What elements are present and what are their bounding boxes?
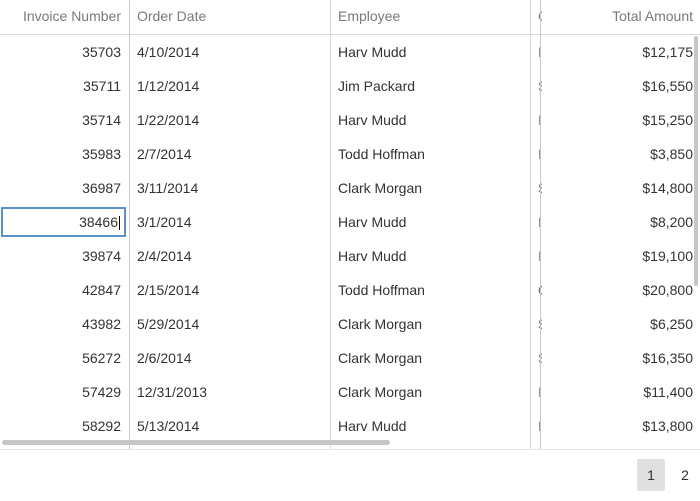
column-divider [540, 0, 541, 449]
order-date-cell[interactable]: 5/29/2014 [137, 307, 327, 341]
table-row[interactable]: 439825/29/2014Clark MorganS$6,250 [0, 307, 700, 341]
column-divider [530, 0, 531, 449]
pagination: 1 2 [0, 449, 700, 501]
total-amount-cell[interactable]: $13,800 [542, 409, 693, 443]
invoice-number-cell[interactable]: 35983 [0, 137, 121, 171]
table-row[interactable]: 357034/10/2014Harv MuddI$12,175 [0, 35, 700, 69]
total-amount-cell[interactable]: $14,800 [542, 171, 693, 205]
grid-body: 357034/10/2014Harv MuddI$12,175357111/12… [0, 35, 700, 443]
order-date-cell[interactable]: 3/1/2014 [137, 205, 327, 239]
total-amount-cell[interactable]: $16,350 [542, 341, 693, 375]
invoice-number-cell[interactable]: 35711 [0, 69, 121, 103]
order-date-cell[interactable]: 2/15/2014 [137, 273, 327, 307]
employee-cell[interactable]: Todd Hoffman [338, 273, 528, 307]
order-date-cell[interactable]: 4/10/2014 [137, 35, 327, 69]
order-date-cell[interactable]: 1/12/2014 [137, 69, 327, 103]
column-divider [330, 0, 331, 449]
table-row[interactable]: 398742/4/2014Harv MuddI$19,100 [0, 239, 700, 273]
employee-cell[interactable]: Todd Hoffman [338, 137, 528, 171]
total-amount-cell[interactable]: $20,800 [542, 273, 693, 307]
total-amount-cell[interactable]: $12,175 [542, 35, 693, 69]
invoice-number-cell[interactable]: 39874 [0, 239, 121, 273]
invoice-number-cell[interactable]: 35703 [0, 35, 121, 69]
order-date-cell[interactable]: 2/4/2014 [137, 239, 327, 273]
vertical-scrollbar[interactable] [694, 36, 698, 286]
column-divider [129, 0, 130, 449]
employee-cell[interactable]: Clark Morgan [338, 341, 528, 375]
invoice-number-cell[interactable]: 42847 [0, 273, 121, 307]
invoice-number-cell[interactable]: 35714 [0, 103, 121, 137]
column-header-total-amount[interactable]: Total Amount [542, 0, 693, 34]
employee-cell[interactable]: Harv Mudd [338, 239, 528, 273]
table-row[interactable]: 384663/1/2014Harv MuddI$8,200 [0, 205, 700, 239]
invoice-number-cell[interactable]: 36987 [0, 171, 121, 205]
employee-cell[interactable]: Clark Morgan [338, 171, 528, 205]
column-header-order-date[interactable]: Order Date [137, 0, 327, 34]
invoice-number-cell[interactable]: 43982 [0, 307, 121, 341]
table-row[interactable]: 5742912/31/2013Clark MorganI$11,400 [0, 375, 700, 409]
employee-cell[interactable]: Harv Mudd [338, 103, 528, 137]
order-date-cell[interactable]: 12/31/2013 [137, 375, 327, 409]
order-date-cell[interactable]: 1/22/2014 [137, 103, 327, 137]
employee-cell[interactable]: Jim Packard [338, 69, 528, 103]
total-amount-cell[interactable]: $11,400 [542, 375, 693, 409]
total-amount-cell[interactable]: $6,250 [542, 307, 693, 341]
grid-header: Invoice Number Order Date Employee C Tot… [0, 0, 700, 35]
data-grid: Invoice Number Order Date Employee C Tot… [0, 0, 700, 449]
employee-cell[interactable]: Harv Mudd [338, 409, 528, 443]
page-button-2[interactable]: 2 [671, 459, 699, 491]
cell-edit-selection[interactable] [1, 207, 126, 237]
total-amount-cell[interactable]: $19,100 [542, 239, 693, 273]
table-row[interactable]: 428472/15/2014Todd HoffmanC$20,800 [0, 273, 700, 307]
column-header-invoice-number[interactable]: Invoice Number [0, 0, 121, 34]
total-amount-cell[interactable]: $16,550 [542, 69, 693, 103]
page-button-1[interactable]: 1 [637, 459, 665, 491]
total-amount-cell[interactable]: $8,200 [542, 205, 693, 239]
table-row[interactable]: 359832/7/2014Todd HoffmanI$3,850 [0, 137, 700, 171]
order-date-cell[interactable]: 3/11/2014 [137, 171, 327, 205]
order-date-cell[interactable]: 5/13/2014 [137, 409, 327, 443]
order-date-cell[interactable]: 2/7/2014 [137, 137, 327, 171]
employee-cell[interactable]: Clark Morgan [338, 307, 528, 341]
table-row[interactable]: 357111/12/2014Jim PackardS$16,550 [0, 69, 700, 103]
invoice-number-cell[interactable]: 58292 [0, 409, 121, 443]
total-amount-cell[interactable]: $15,250 [542, 103, 693, 137]
employee-cell[interactable]: Harv Mudd [338, 205, 528, 239]
total-amount-cell[interactable]: $3,850 [542, 137, 693, 171]
table-row[interactable]: 582925/13/2014Harv MuddI$13,800 [0, 409, 700, 443]
horizontal-scrollbar[interactable] [2, 440, 390, 445]
table-row[interactable]: 562722/6/2014Clark MorganS$16,350 [0, 341, 700, 375]
employee-cell[interactable]: Harv Mudd [338, 35, 528, 69]
employee-cell[interactable]: Clark Morgan [338, 375, 528, 409]
order-date-cell[interactable]: 2/6/2014 [137, 341, 327, 375]
invoice-number-cell[interactable]: 56272 [0, 341, 121, 375]
table-row[interactable]: 357141/22/2014Harv MuddI$15,250 [0, 103, 700, 137]
column-header-employee[interactable]: Employee [338, 0, 528, 34]
invoice-number-cell[interactable]: 57429 [0, 375, 121, 409]
table-row[interactable]: 369873/11/2014Clark MorganS$14,800 [0, 171, 700, 205]
